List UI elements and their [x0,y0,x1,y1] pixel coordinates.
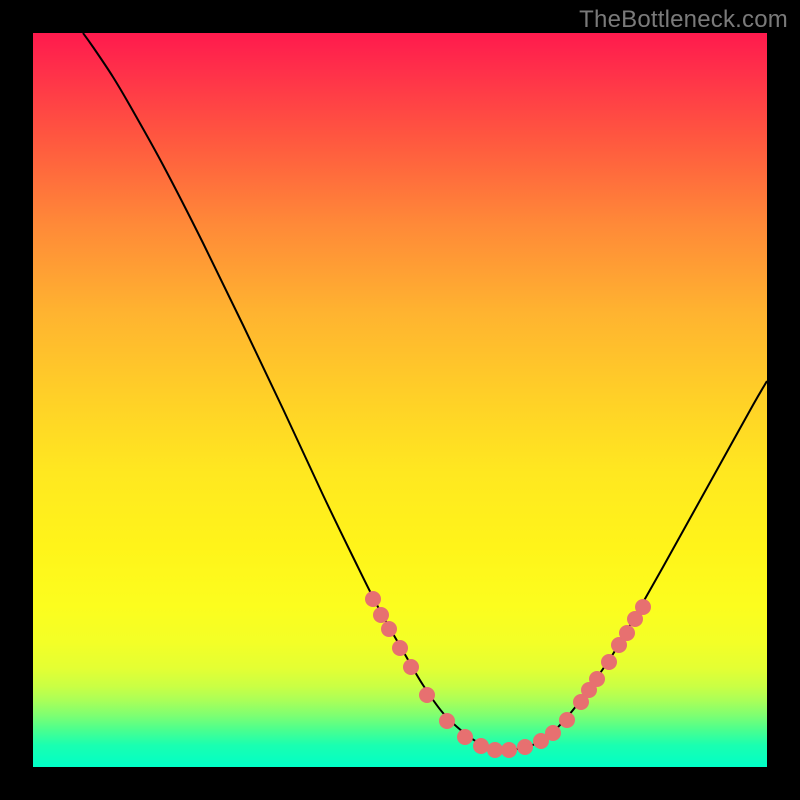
plot-area [33,33,767,767]
data-point [457,729,473,745]
data-point [439,713,455,729]
data-point [601,654,617,670]
curve-line [83,33,767,750]
data-point [545,725,561,741]
data-point [487,742,503,758]
data-point [419,687,435,703]
data-point [373,607,389,623]
data-point [517,739,533,755]
chart-svg [33,33,767,767]
data-point [365,591,381,607]
data-point [403,659,419,675]
chart-frame: TheBottleneck.com [0,0,800,800]
data-point [473,738,489,754]
watermark-text: TheBottleneck.com [579,6,788,34]
data-point [589,671,605,687]
data-point [619,625,635,641]
data-point [381,621,397,637]
data-point [392,640,408,656]
data-point [635,599,651,615]
data-point [559,712,575,728]
curve-dots [365,591,651,758]
data-point [501,742,517,758]
